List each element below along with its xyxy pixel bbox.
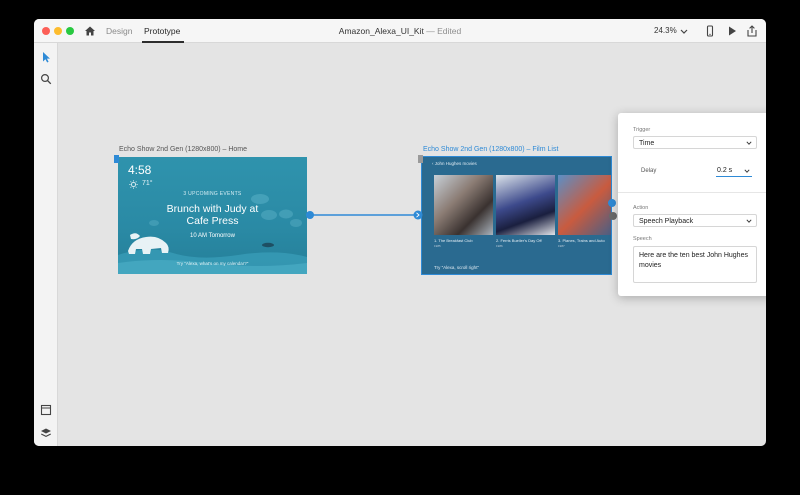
film-poster — [558, 175, 611, 235]
film-poster — [434, 175, 493, 235]
magnifier-icon[interactable] — [40, 73, 52, 85]
voice-hint: Try "Alexa, what's on my calendar?" — [176, 261, 249, 266]
film-year: 1985 — [434, 244, 441, 248]
trigger-label: Trigger — [633, 127, 651, 133]
delay-label: Delay — [641, 168, 657, 174]
voice-hint: Try "Alexa, scroll right" — [434, 265, 480, 270]
play-icon[interactable] — [726, 25, 738, 37]
chevron-down-icon — [746, 219, 752, 223]
document-status: Edited — [437, 26, 462, 36]
chevron-down-icon — [746, 141, 752, 145]
artboard-label-film-list[interactable]: Echo Show 2nd Gen (1280x800) – Film List — [423, 146, 558, 153]
phone-icon[interactable] — [704, 25, 716, 37]
trigger-select[interactable]: Time — [633, 136, 757, 149]
action-label: Action — [633, 205, 649, 211]
document-name: Amazon_Alexa_UI_Kit — [338, 26, 424, 36]
zoom-level[interactable]: 24.3% — [654, 26, 677, 35]
action-value: Speech Playback — [639, 218, 694, 225]
trigger-value: Time — [639, 140, 655, 147]
arrow-pointer-icon[interactable] — [40, 51, 52, 63]
design-canvas[interactable]: Echo Show 2nd Gen (1280x800) – Home Echo… — [58, 43, 766, 446]
wire-start-handle[interactable] — [306, 211, 314, 219]
temperature: 71° — [142, 180, 153, 187]
artboard-film-list[interactable]: ‹ John Hughes movies 1. The Breakfast Cl… — [421, 156, 612, 275]
artboard-label-home[interactable]: Echo Show 2nd Gen (1280x800) – Home — [119, 146, 247, 153]
event-headline-line2: Cafe Press — [186, 215, 239, 227]
upcoming-events: 3 UPCOMING EVENTS — [183, 191, 242, 197]
assets-panel-icon[interactable] — [40, 404, 52, 416]
film-title: 3. Planes, Trains and Auto — [558, 238, 605, 243]
speech-label: Speech — [633, 236, 652, 242]
delay-value: 0.2 s — [717, 167, 733, 174]
title-bar: Design Prototype Amazon_Alexa_UI_Kit — E… — [34, 19, 766, 43]
film-poster — [496, 175, 555, 235]
artboard-home[interactable]: 4:58 71° 3 UPCOMING EVENTS Brunch with J… — [118, 157, 307, 274]
film-title: 2. Ferris Bueller's Day Off — [496, 238, 542, 243]
tool-sidebar — [34, 43, 58, 446]
film-year: 1986 — [496, 244, 503, 248]
chevron-down-icon[interactable] — [744, 168, 750, 174]
action-select[interactable]: Speech Playback — [633, 214, 757, 227]
sun-icon — [129, 180, 138, 189]
event-headline-line1: Brunch with Judy at — [166, 203, 259, 215]
interaction-panel: Trigger Time Delay 0.2 s Action Speech P… — [618, 113, 766, 296]
event-time: 10 AM Tomorrow — [190, 233, 235, 239]
event-headline: Brunch with Judy at Cafe Press — [118, 203, 307, 227]
title-separator: — — [426, 26, 435, 36]
chevron-down-icon[interactable] — [678, 25, 690, 37]
share-icon[interactable] — [746, 25, 758, 37]
layers-icon[interactable] — [40, 427, 52, 439]
panel-divider — [618, 192, 766, 193]
film-year: 1987 — [558, 244, 565, 248]
speech-textarea[interactable]: Here are the ten best John Hughes movies — [633, 246, 757, 283]
clock-time: 4:58 — [128, 163, 152, 177]
film-title: 1. The Breakfast Club — [434, 238, 473, 243]
film-list-header: ‹ John Hughes movies — [432, 161, 477, 166]
app-window: Design Prototype Amazon_Alexa_UI_Kit — E… — [34, 19, 766, 446]
